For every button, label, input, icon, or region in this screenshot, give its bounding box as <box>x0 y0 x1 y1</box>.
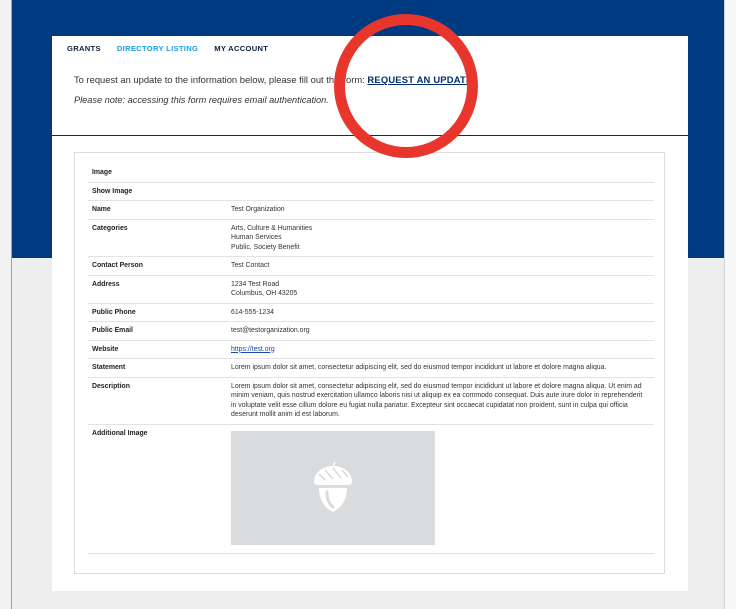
request-update-link[interactable]: REQUEST AN UPDATE <box>367 74 472 85</box>
row-label: Website <box>92 345 119 353</box>
row-label: Name <box>92 206 111 213</box>
website-link[interactable]: https://test.org <box>231 346 275 353</box>
row-label: Public Phone <box>92 308 136 316</box>
row-value: 614-555-1234 <box>231 308 274 316</box>
left-edge <box>0 0 12 609</box>
row-value: Arts, Culture & Humanities Human Service… <box>231 224 654 253</box>
row-label: Additional Image <box>92 429 148 437</box>
category-item: Human Services <box>231 234 282 241</box>
table-row-image: Image <box>88 164 654 183</box>
acorn-icon <box>314 461 352 512</box>
row-value: https://test.org <box>231 345 654 355</box>
section-divider <box>52 135 688 136</box>
table-row-email: Public Email test@testorganization.org <box>88 322 654 341</box>
right-edge <box>724 0 736 609</box>
row-label: Contact Person <box>92 262 143 269</box>
table-row-website: Website https://test.org <box>88 341 654 359</box>
table-row-phone: Public Phone 614-555-1234 <box>88 304 654 322</box>
auth-note: Please note: accessing this form require… <box>74 95 329 105</box>
address-line: Columbus, OH 43205 <box>231 290 298 297</box>
row-value <box>231 187 654 197</box>
table-row-contact: Contact Person Test Contact <box>88 257 654 276</box>
listing-card: Image Show Image Name Test Organization … <box>74 152 665 574</box>
update-request-prefix: To request an update to the information … <box>74 74 368 85</box>
image-placeholder <box>231 430 435 545</box>
table-row-categories: Categories Arts, Culture & Humanities Hu… <box>88 220 654 257</box>
listing-table: Image Show Image Name Test Organization … <box>88 164 654 554</box>
top-nav: GRANTS DIRECTORY LISTING MY ACCOUNT <box>52 36 688 60</box>
table-row-address: Address 1234 Test Road Columbus, OH 4320… <box>88 276 654 304</box>
table-row-description: Description Lorem ipsum dolor sit amet, … <box>88 378 654 425</box>
row-value: Test Organization <box>231 206 285 213</box>
address-line: 1234 Test Road <box>231 280 280 288</box>
nav-my-account[interactable]: MY ACCOUNT <box>214 44 268 53</box>
row-value: Test Contact <box>231 262 270 269</box>
table-row-show-image: Show Image <box>88 183 654 201</box>
listing-page: GRANTS DIRECTORY LISTING MY ACCOUNT To r… <box>52 36 688 591</box>
row-value: Lorem ipsum dolor sit amet, consectetur … <box>231 364 607 371</box>
row-label: Address <box>92 280 120 288</box>
table-row-additional-image: Additional Image <box>88 425 654 554</box>
table-row-statement: Statement Lorem ipsum dolor sit amet, co… <box>88 359 654 378</box>
row-label: Categories <box>92 224 128 232</box>
table-row-name: Name Test Organization <box>88 201 654 220</box>
row-value <box>231 168 654 178</box>
row-value: Lorem ipsum dolor sit amet, consectetur … <box>231 382 643 419</box>
update-request-text: To request an update to the information … <box>74 74 688 88</box>
row-label: Show Image <box>92 187 133 195</box>
update-notice: To request an update to the information … <box>52 60 688 105</box>
row-value <box>231 429 654 549</box>
update-request-suffix: . <box>472 74 475 85</box>
nav-grants[interactable]: GRANTS <box>67 44 101 53</box>
row-value: 1234 Test Road Columbus, OH 43205 <box>231 280 654 299</box>
row-label: Image <box>92 169 112 176</box>
row-label: Statement <box>92 364 126 371</box>
nav-directory-listing[interactable]: DIRECTORY LISTING <box>117 44 198 53</box>
row-value: test@testorganization.org <box>231 327 310 334</box>
category-item: Arts, Culture & Humanities <box>231 224 313 232</box>
row-label: Public Email <box>92 327 133 334</box>
row-label: Description <box>92 382 130 390</box>
category-item: Public, Society Benefit <box>231 243 300 251</box>
